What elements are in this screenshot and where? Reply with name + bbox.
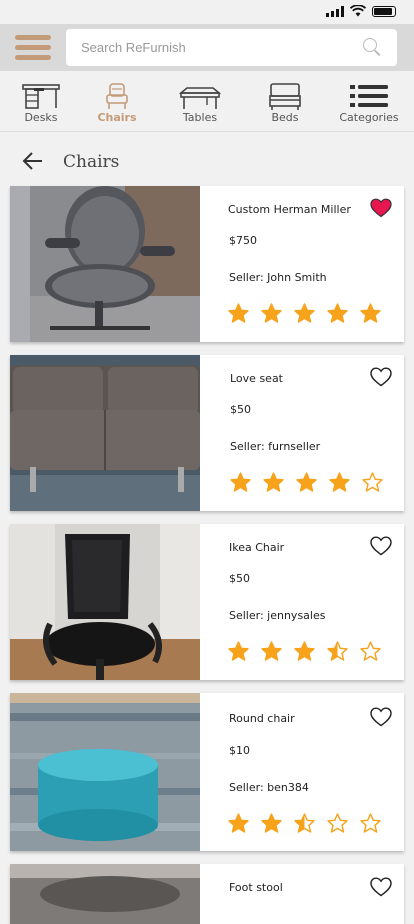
category-chairs[interactable]: Chairs — [92, 71, 142, 131]
star-full-icon — [294, 641, 315, 661]
rating-stars — [228, 641, 381, 662]
favorite-heart-icon[interactable] — [370, 198, 392, 218]
listing-photo — [10, 524, 200, 680]
search-icon[interactable] — [363, 38, 377, 52]
listing-card[interactable]: Foot stool — [10, 864, 404, 924]
listing-price: $50 — [229, 572, 250, 585]
listing-price: $50 — [230, 403, 251, 416]
star-full-icon — [261, 813, 282, 833]
top-bar — [0, 24, 414, 71]
battery-icon — [372, 5, 396, 17]
desk-icon — [22, 84, 60, 109]
chair-icon — [106, 83, 128, 109]
listing-name: Round chair — [229, 712, 295, 725]
listing-seller: Seller: ben384 — [229, 781, 309, 794]
category-label: Categories — [339, 111, 399, 124]
star-half-icon — [294, 813, 315, 833]
star-full-icon — [329, 472, 350, 492]
listing-card[interactable]: Round chair $10 Seller: ben384 — [10, 693, 404, 851]
listing-photo — [10, 864, 200, 924]
category-bar: Desks Chairs Tables Beds Categories — [0, 71, 414, 132]
status-bar — [0, 0, 414, 24]
star-full-icon — [263, 472, 284, 492]
star-full-icon — [296, 472, 317, 492]
listing-card[interactable]: Love seat $50 Seller: furnseller — [10, 355, 404, 511]
listing-photo — [10, 693, 200, 851]
listing-seller: Seller: furnseller — [230, 440, 321, 453]
star-empty-icon — [360, 813, 381, 833]
search-input[interactable] — [66, 29, 397, 66]
star-full-icon — [228, 813, 249, 833]
category-label: Chairs — [97, 111, 137, 124]
star-full-icon — [294, 303, 315, 323]
favorite-heart-icon[interactable] — [370, 877, 392, 897]
listing-photo — [10, 186, 200, 342]
listing-seller: Seller: John Smith — [229, 271, 327, 284]
star-full-icon — [261, 641, 282, 661]
bed-icon — [269, 83, 301, 110]
listing-name: Ikea Chair — [229, 541, 285, 554]
category-desks[interactable]: Desks — [14, 71, 68, 131]
listing-price: $10 — [229, 744, 250, 757]
category-label: Tables — [182, 111, 218, 124]
star-full-icon — [228, 641, 249, 661]
rating-stars — [230, 472, 383, 493]
star-full-icon — [327, 303, 348, 323]
favorite-heart-icon[interactable] — [370, 367, 392, 387]
rating-stars — [228, 303, 381, 324]
category-label: Beds — [271, 111, 299, 124]
list-icon — [350, 85, 388, 107]
signal-icon — [326, 5, 344, 17]
star-full-icon — [360, 303, 381, 323]
listing-card[interactable]: Ikea Chair $50 Seller: jennysales — [10, 524, 404, 680]
star-empty-icon — [360, 641, 381, 661]
table-icon — [178, 87, 222, 109]
listing-seller: Seller: jennysales — [229, 609, 326, 622]
page-title: Chairs — [63, 152, 120, 172]
page-header: Chairs — [0, 140, 414, 184]
rating-stars — [228, 813, 381, 834]
listing-name: Foot stool — [229, 881, 283, 894]
back-arrow-icon[interactable] — [22, 152, 44, 170]
category-beds[interactable]: Beds — [262, 71, 308, 131]
hamburger-menu-icon[interactable] — [15, 35, 51, 61]
star-half-icon — [327, 641, 348, 661]
star-full-icon — [261, 303, 282, 323]
listing-card[interactable]: Custom Herman Miller $750 Seller: John S… — [10, 186, 404, 342]
star-full-icon — [230, 472, 251, 492]
favorite-heart-icon[interactable] — [370, 536, 392, 556]
star-empty-icon — [327, 813, 348, 833]
wifi-icon — [350, 5, 366, 17]
listing-price: $750 — [229, 234, 257, 247]
category-label: Desks — [24, 111, 58, 124]
category-more[interactable]: Categories — [338, 71, 400, 131]
star-full-icon — [228, 303, 249, 323]
star-empty-icon — [362, 472, 383, 492]
status-icons — [326, 5, 396, 17]
category-tables[interactable]: Tables — [172, 71, 228, 131]
listing-name: Custom Herman Miller — [228, 203, 351, 216]
favorite-heart-icon[interactable] — [370, 707, 392, 727]
listing-name: Love seat — [230, 372, 283, 385]
listing-photo — [10, 355, 200, 511]
